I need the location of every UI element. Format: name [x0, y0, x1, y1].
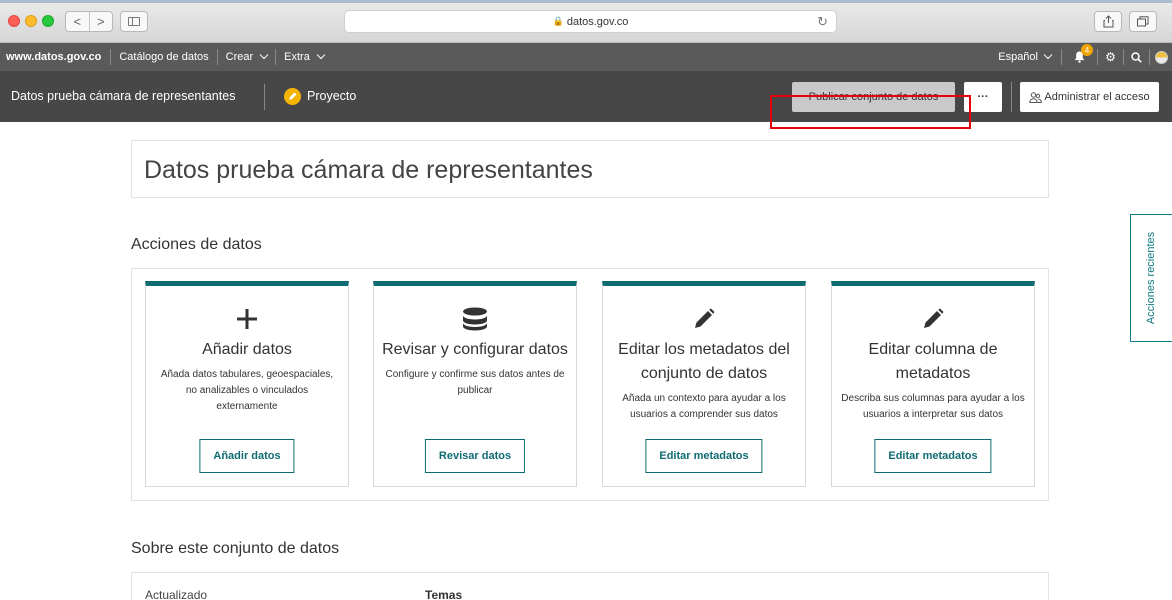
- edit-column-metadata-button[interactable]: Editar metadatos: [874, 439, 992, 473]
- manage-access-label: Administrar el acceso: [1044, 91, 1150, 103]
- chevron-down-icon: [316, 50, 326, 60]
- card-edit-column-metadata: Editar columna de metadatos Describa sus…: [831, 281, 1035, 487]
- minimize-window-button[interactable]: [25, 15, 37, 27]
- search-button[interactable]: [1124, 49, 1150, 65]
- tabs-icon: [1137, 16, 1149, 27]
- pencil-icon: [603, 300, 805, 338]
- url-text: datos.gov.co: [566, 15, 629, 28]
- dataset-header: Datos prueba cámara de representantes Pr…: [0, 71, 1172, 122]
- back-button[interactable]: <: [66, 12, 90, 31]
- about-heading: Sobre este conjunto de datos: [131, 540, 340, 557]
- draft-status-label: Proyecto: [307, 89, 357, 103]
- forward-button[interactable]: >: [90, 12, 113, 31]
- settings-button[interactable]: ⚙: [1098, 49, 1124, 65]
- history-nav: < >: [65, 11, 113, 32]
- card-add-data: Añadir datos Añada datos tabulares, geoe…: [145, 281, 349, 487]
- review-data-button[interactable]: Revisar datos: [424, 439, 526, 473]
- card-description: Añada un contexto para ayudar a los usua…: [622, 393, 786, 420]
- close-window-button[interactable]: [8, 15, 20, 27]
- chevron-down-icon: [1043, 50, 1053, 60]
- add-data-button[interactable]: Añadir datos: [199, 439, 295, 473]
- avatar-icon: [1154, 50, 1168, 64]
- recent-actions-tab[interactable]: Acciones recientes: [1130, 214, 1172, 342]
- search-icon: [1131, 51, 1142, 63]
- share-icon: [1103, 15, 1113, 28]
- database-icon: [374, 300, 576, 338]
- dataset-title: Datos prueba cámara de representantes: [11, 89, 236, 103]
- card-description: Describa sus columnas para ayudar a los …: [841, 393, 1025, 420]
- more-options-button[interactable]: ···: [964, 82, 1002, 112]
- address-bar[interactable]: 🔒 datos.gov.co ↻: [344, 10, 837, 33]
- edit-metadata-button[interactable]: Editar metadatos: [645, 439, 763, 473]
- nav-right-group: Español 4 ⚙: [988, 43, 1172, 71]
- sidebar-toggle-button[interactable]: [120, 11, 148, 32]
- plus-icon: [146, 300, 348, 338]
- header-divider: [264, 84, 265, 110]
- recent-actions-label: Acciones recientes: [1145, 231, 1158, 325]
- chevron-down-icon: [259, 50, 269, 60]
- card-title: Editar columna de metadatos: [868, 341, 998, 382]
- card-description: Añada datos tabulares, geoespaciales, no…: [160, 369, 334, 412]
- page-title: Datos prueba cámara de representantes: [144, 156, 593, 184]
- nav-extra-label: Extra: [284, 51, 310, 63]
- actions-heading: Acciones de datos: [131, 236, 262, 253]
- publish-dataset-button[interactable]: Publicar conjunto de datos: [792, 82, 955, 112]
- reload-icon[interactable]: ↻: [817, 14, 828, 30]
- card-title: Editar los metadatos del conjunto de dat…: [618, 341, 790, 382]
- pencil-icon: [832, 300, 1034, 338]
- card-title: Revisar y configurar datos: [382, 341, 568, 358]
- browser-toolbar: < > 🔒 datos.gov.co ↻: [0, 0, 1172, 43]
- language-selector[interactable]: Español: [988, 49, 1062, 65]
- sidebar-icon: [128, 17, 140, 26]
- tab-overview-button[interactable]: [1129, 11, 1157, 32]
- site-navbar: www.datos.gov.co Catálogo de datos Crear…: [0, 43, 1172, 71]
- window-edge: [0, 0, 1172, 3]
- notification-badge: 4: [1081, 44, 1093, 56]
- nav-create-label: Crear: [225, 51, 254, 63]
- header-divider: [1011, 82, 1012, 112]
- user-avatar[interactable]: [1150, 50, 1172, 64]
- card-edit-metadata: Editar los metadatos del conjunto de dat…: [602, 281, 806, 487]
- draft-pencil-icon: [284, 88, 301, 105]
- maximize-window-button[interactable]: [42, 15, 54, 27]
- lock-icon: 🔒: [552, 16, 564, 26]
- nav-catalog[interactable]: Catálogo de datos: [111, 49, 218, 65]
- language-label: Español: [998, 51, 1038, 63]
- updated-label: Actualizado: [145, 588, 208, 600]
- nav-create[interactable]: Crear: [218, 49, 277, 65]
- page-title-card: Datos prueba cámara de representantes: [131, 140, 1049, 198]
- nav-extra[interactable]: Extra: [276, 49, 332, 65]
- card-title: Añadir datos: [202, 341, 292, 358]
- users-icon: [1029, 91, 1043, 103]
- gear-icon: ⚙: [1105, 50, 1116, 64]
- notifications-button[interactable]: 4: [1062, 44, 1098, 65]
- share-button[interactable]: [1094, 11, 1122, 32]
- topics-label: Temas: [425, 588, 463, 600]
- card-review-data: Revisar y configurar datos Configure y c…: [373, 281, 577, 487]
- site-home-link[interactable]: www.datos.gov.co: [0, 49, 112, 65]
- manage-access-button[interactable]: Administrar el acceso: [1020, 82, 1159, 112]
- nav-catalog-label: Catálogo de datos: [119, 51, 209, 63]
- card-description: Configure y confirme sus datos antes de …: [385, 369, 565, 396]
- about-panel: Actualizado Temas: [131, 572, 1049, 600]
